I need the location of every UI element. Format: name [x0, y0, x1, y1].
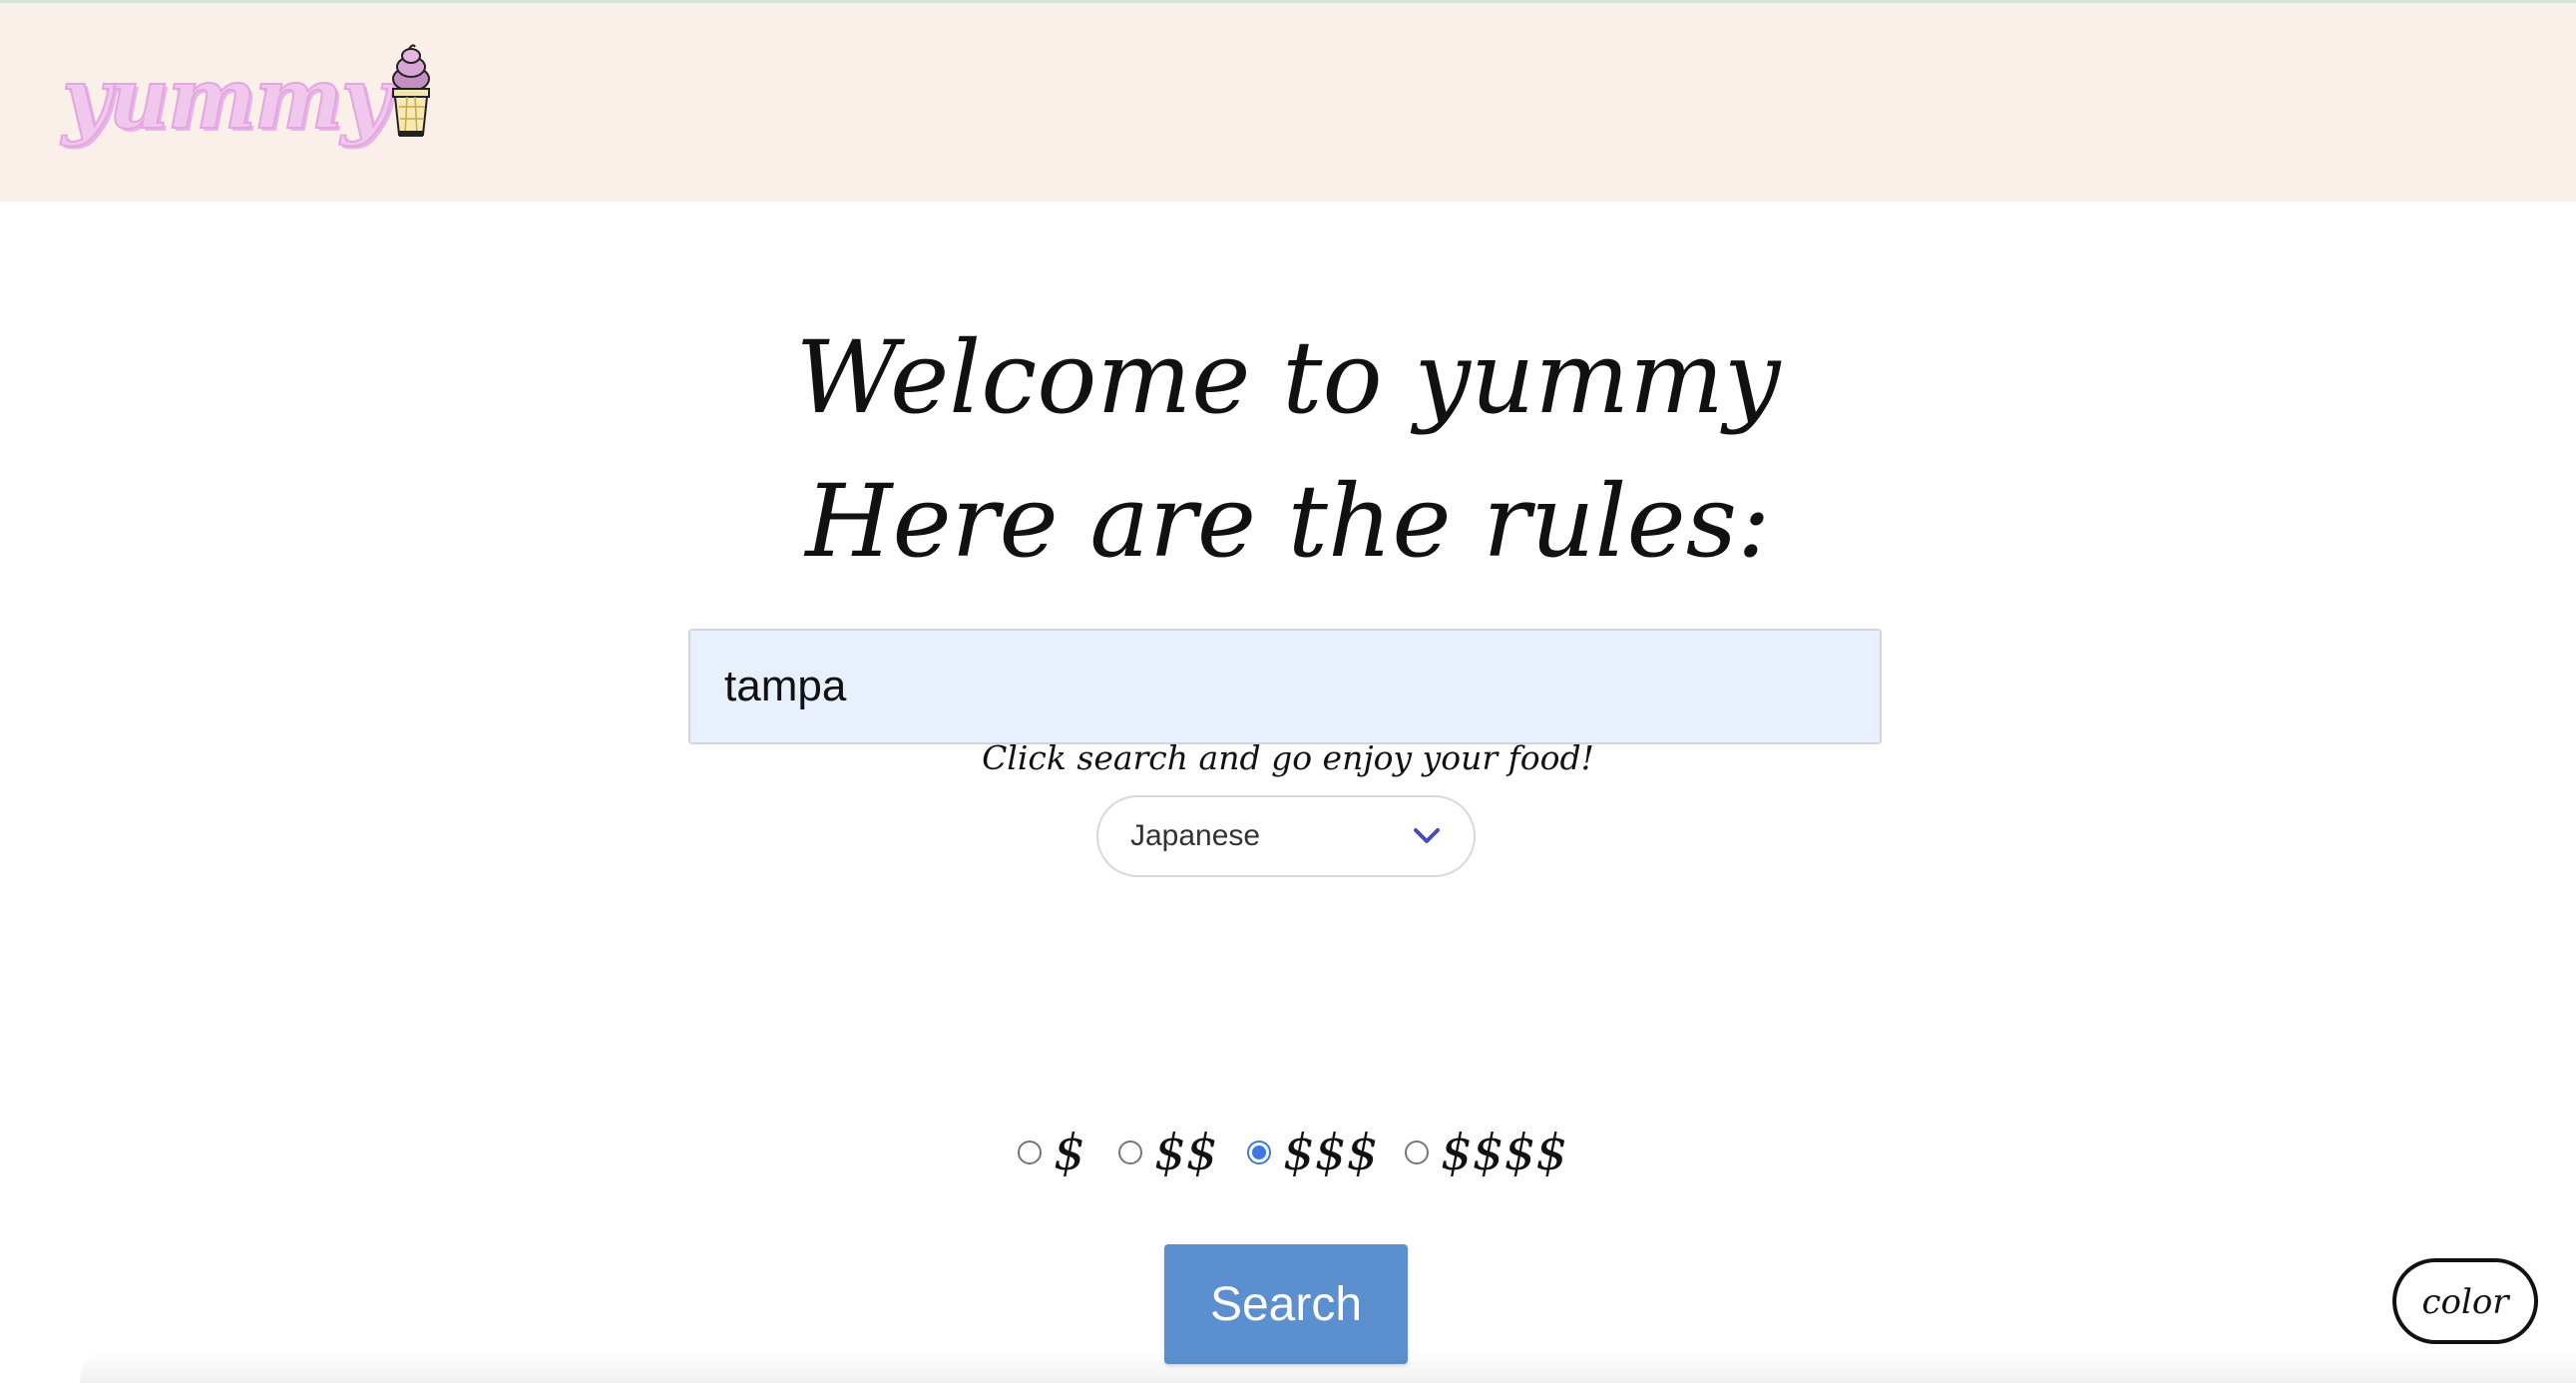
ice-cream-cone-icon [392, 44, 431, 137]
price-option-1[interactable]: $ [1018, 1118, 1085, 1187]
search-button[interactable]: Search [1164, 1244, 1408, 1364]
category-select-value: Japanese [1130, 819, 1261, 852]
chevron-down-icon [1414, 828, 1440, 843]
bottom-fade [80, 1351, 2576, 1383]
price-option-3[interactable]: $$$ [1247, 1118, 1378, 1187]
price-radio[interactable] [1118, 1141, 1142, 1164]
price-label: $$$$ [1441, 1124, 1568, 1181]
title-line-1: Welcome to yummy [795, 319, 1781, 436]
color-toggle-button[interactable]: color [2392, 1258, 2538, 1344]
category-select[interactable]: Japanese [1096, 795, 1476, 877]
price-label: $ [1054, 1124, 1085, 1181]
price-option-2[interactable]: $$ [1118, 1118, 1218, 1187]
price-label: $$$ [1283, 1124, 1379, 1181]
price-radio[interactable] [1018, 1141, 1042, 1164]
site-header: yummy [0, 3, 2576, 202]
logo[interactable]: yummy [61, 41, 437, 148]
price-radio-selected[interactable] [1247, 1141, 1271, 1164]
price-option-4[interactable]: $$$$ [1405, 1118, 1567, 1187]
price-radio[interactable] [1405, 1141, 1429, 1164]
page-title: Welcome to yummy Here are the rules: [0, 306, 2576, 594]
title-line-2: Here are the rules: [805, 463, 1771, 580]
price-label: $$ [1154, 1124, 1218, 1181]
logo-text: yummy [61, 49, 390, 148]
price-filter: $ $$ $$$ $$$$ [0, 1118, 2576, 1187]
location-search-input[interactable] [688, 629, 1882, 744]
